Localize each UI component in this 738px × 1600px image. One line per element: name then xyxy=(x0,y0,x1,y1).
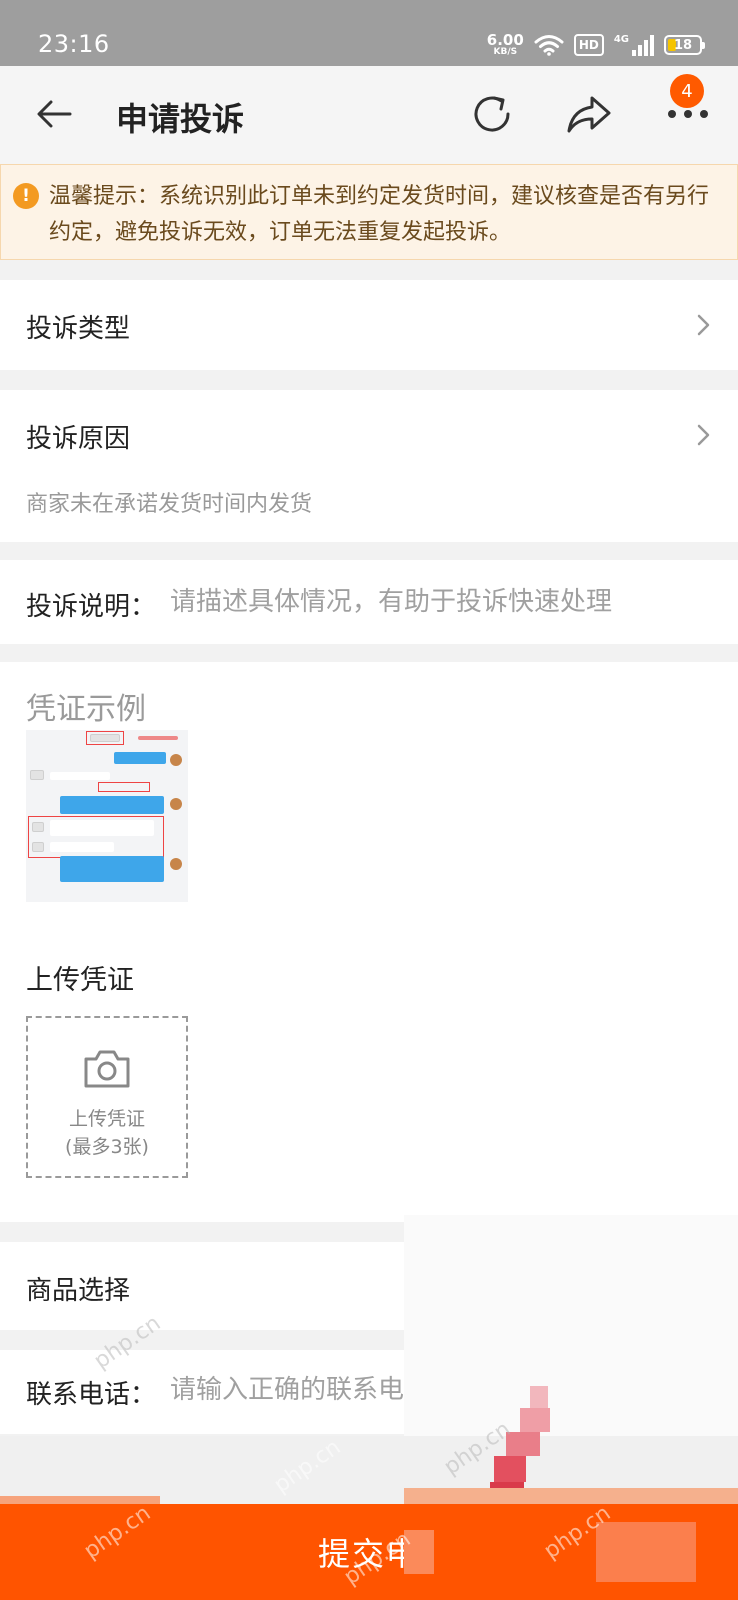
share-icon xyxy=(567,96,611,133)
more-dots-icon xyxy=(668,110,708,118)
cell-signal-icon: 4G xyxy=(614,34,654,56)
upload-evidence-button[interactable]: 上传凭证 (最多3张) xyxy=(26,1016,188,1178)
share-button[interactable] xyxy=(563,88,615,140)
network-type: 4G xyxy=(613,34,629,45)
complaint-description-row: 投诉说明： xyxy=(0,560,738,644)
complaint-reason-row[interactable]: 投诉原因 商家未在承诺发货时间内发货 xyxy=(0,390,738,542)
upload-evidence-title: 上传凭证 xyxy=(26,965,134,996)
upload-box-label: 上传凭证 xyxy=(68,1108,145,1130)
mosaic-block xyxy=(404,1488,738,1504)
network-speed-value: 6.00 xyxy=(486,31,524,49)
warning-tip-text: 温馨提示：系统识别此订单未到约定发货时间，建议核查是否有另行约定，避免投诉无效，… xyxy=(49,184,710,245)
mosaic-block xyxy=(494,1456,526,1482)
wifi-icon xyxy=(534,35,564,56)
complaint-type-label: 投诉类型 xyxy=(26,314,131,344)
mosaic-block xyxy=(520,1408,550,1432)
mosaic-block xyxy=(530,1386,548,1408)
refresh-icon xyxy=(474,96,510,132)
status-icons: 6.00 KB/S HD 4G 18 xyxy=(487,28,705,62)
battery-icon: 18 xyxy=(664,35,705,55)
nav-bar: 申请投诉 xyxy=(0,66,738,164)
complaint-description-input[interactable] xyxy=(170,582,710,622)
battery-level: 18 xyxy=(673,37,693,53)
page-title: 申请投诉 xyxy=(116,100,245,138)
status-bar: 23:16 6.00 KB/S HD 4G 18 xyxy=(0,0,738,66)
complaint-reason-value: 商家未在承诺发货时间内发货 xyxy=(26,492,313,517)
network-speed: 6.00 KB/S xyxy=(487,33,524,57)
hd-badge: HD xyxy=(573,34,604,56)
upload-box-hint: (最多3张) xyxy=(65,1136,149,1158)
complaint-type-row[interactable]: 投诉类型 xyxy=(0,280,738,370)
evidence-example-title: 凭证示例 xyxy=(26,692,146,727)
notification-badge: 4 xyxy=(670,74,704,108)
evidence-example-image[interactable] xyxy=(26,730,188,902)
complaint-description-label: 投诉说明： xyxy=(26,592,157,622)
mosaic-block xyxy=(596,1522,696,1582)
chevron-right-icon xyxy=(697,314,710,336)
camera-icon xyxy=(84,1050,130,1088)
product-select-label: 商品选择 xyxy=(26,1276,131,1306)
warning-tip-banner: ! 温馨提示：系统识别此订单未到约定发货时间，建议核查是否有另行约定，避免投诉无… xyxy=(0,164,738,260)
back-button[interactable] xyxy=(28,88,80,140)
back-arrow-icon xyxy=(37,100,72,128)
refresh-button[interactable] xyxy=(466,88,518,140)
status-time: 23:16 xyxy=(38,30,110,58)
warning-icon: ! xyxy=(13,183,39,209)
contact-phone-label: 联系电话： xyxy=(26,1380,157,1410)
chevron-right-icon xyxy=(697,424,710,446)
complaint-reason-label: 投诉原因 xyxy=(26,424,131,454)
network-speed-unit: KB/S xyxy=(493,47,518,57)
